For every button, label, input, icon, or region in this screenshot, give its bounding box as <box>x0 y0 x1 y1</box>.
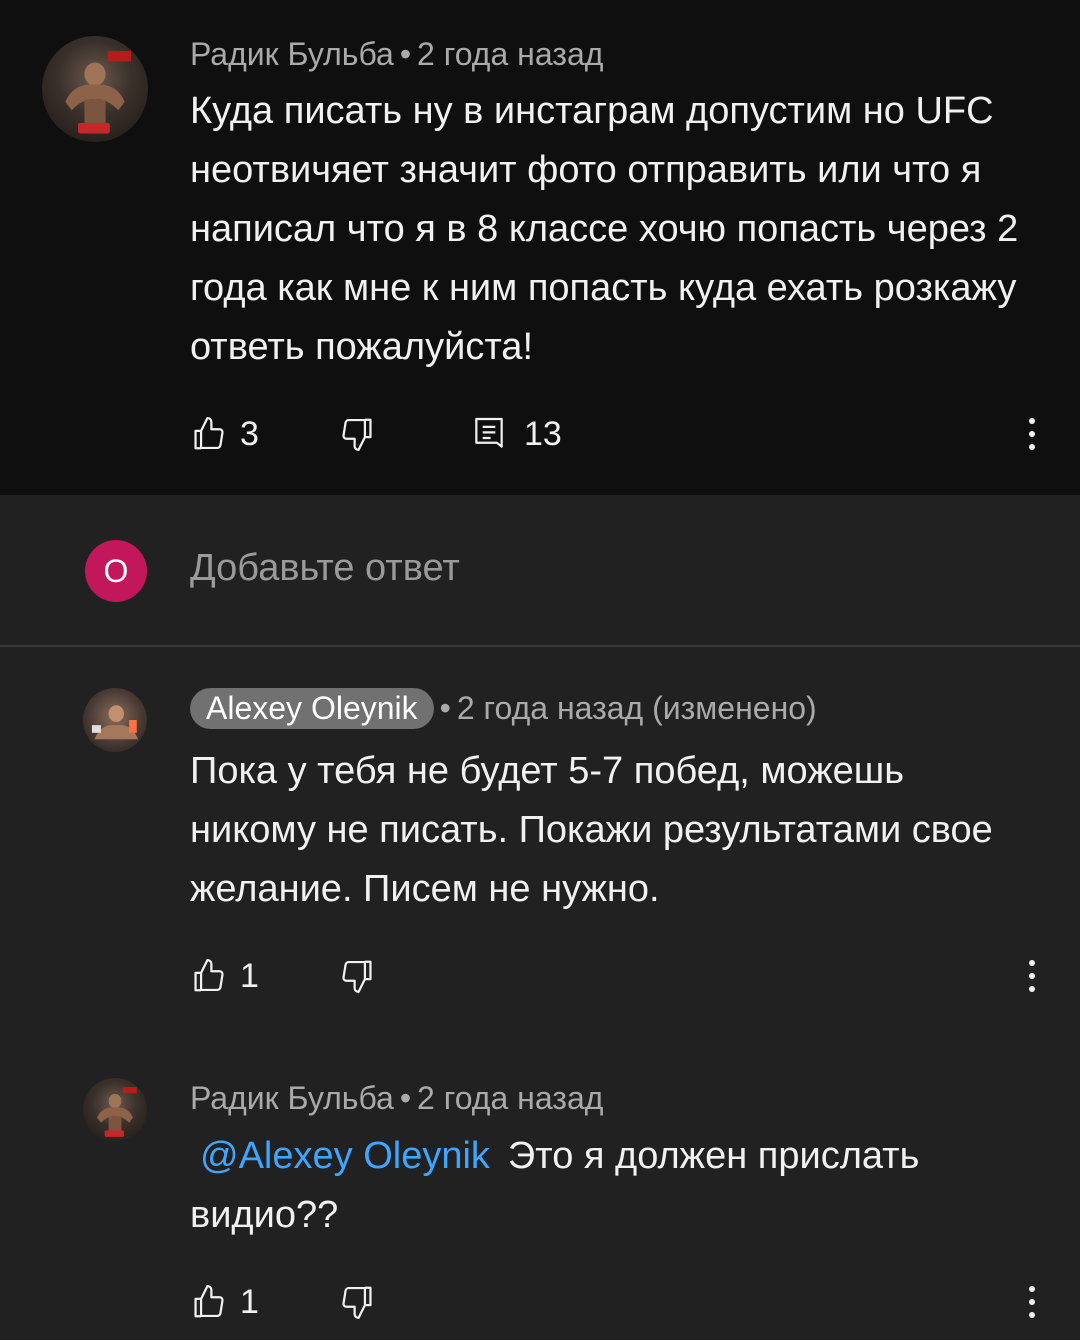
avatar[interactable] <box>42 36 148 142</box>
comment-thread: Радик Бульба • 2 года назад Куда писать ну… <box>0 0 1080 1340</box>
vertical-dots-icon <box>1029 418 1035 450</box>
parent-comment: Радик Бульба • 2 года назад Куда писать ну… <box>0 0 1080 495</box>
comment-text: Пока у тебя не будет 5-7 побед, можешь н… <box>190 750 993 910</box>
fighter-photo-icon <box>91 705 139 740</box>
comment-time: 2 года назад <box>417 36 604 72</box>
comment-actions: 1 <box>190 952 590 1000</box>
vertical-dots-icon <box>1029 960 1035 992</box>
thumbs-up-icon <box>194 417 224 450</box>
comment-text: @Alexey Oleynik Это я должен прислать вид… <box>190 1127 990 1245</box>
comment-actions: 1 <box>190 1278 590 1326</box>
meta-separator: • <box>439 690 451 726</box>
reply-comment-icon <box>475 417 503 448</box>
meta-separator: • <box>399 1080 412 1116</box>
more-options-button[interactable] <box>1017 952 1047 1000</box>
like-count: 3 <box>240 414 259 453</box>
comment-meta: Радик Бульба • 2 года назад <box>190 36 603 73</box>
like-button[interactable]: 1 <box>190 1278 259 1326</box>
like-count: 1 <box>240 956 259 995</box>
thumbs-down-icon <box>342 1286 372 1319</box>
meta-separator: • <box>399 36 412 72</box>
replies-button[interactable]: 13 <box>470 410 562 458</box>
thumbs-up-icon <box>194 959 224 992</box>
vertical-dots-icon <box>1029 1286 1035 1318</box>
more-options-button[interactable] <box>1017 410 1047 458</box>
comment-meta: Радик Бульба • 2 года назад <box>190 1080 603 1117</box>
comment-actions: 3 13 <box>190 410 1050 458</box>
avatar[interactable] <box>83 1078 147 1142</box>
user-avatar: О <box>85 540 147 602</box>
thumbs-up-icon <box>194 1285 224 1318</box>
like-button[interactable]: 1 <box>190 952 259 1000</box>
avatar[interactable] <box>83 688 147 752</box>
fighter-photo-icon <box>97 1086 137 1137</box>
reply-count: 13 <box>524 414 562 453</box>
reply-input[interactable]: Добавьте ответ <box>190 547 460 590</box>
fighter-photo-icon <box>65 50 132 134</box>
dislike-button[interactable] <box>338 410 376 458</box>
mention-link[interactable]: @Alexey Oleynik <box>200 1135 490 1177</box>
like-button[interactable]: 3 <box>190 410 259 458</box>
like-count: 1 <box>240 1282 259 1321</box>
author-name[interactable]: Радик Бульба <box>190 36 394 72</box>
author-name-chip[interactable]: Alexey Oleynik <box>190 688 434 729</box>
comment-time: 2 года назад <box>417 1080 604 1116</box>
author-name[interactable]: Радик Бульба <box>190 1080 394 1116</box>
dislike-button[interactable] <box>338 952 376 1000</box>
thumbs-down-icon <box>342 960 372 993</box>
add-reply-row[interactable]: О Добавьте ответ <box>0 495 1080 647</box>
comment-time: 2 года назад (изменено) <box>456 690 817 726</box>
comment-text: Куда писать ну в инстаграм допустим но U… <box>190 90 1019 368</box>
comment-meta: Alexey Oleynik • 2 года назад (изменено) <box>190 688 817 729</box>
thumbs-down-icon <box>342 418 372 451</box>
more-options-button[interactable] <box>1017 1278 1047 1326</box>
dislike-button[interactable] <box>338 1278 376 1326</box>
